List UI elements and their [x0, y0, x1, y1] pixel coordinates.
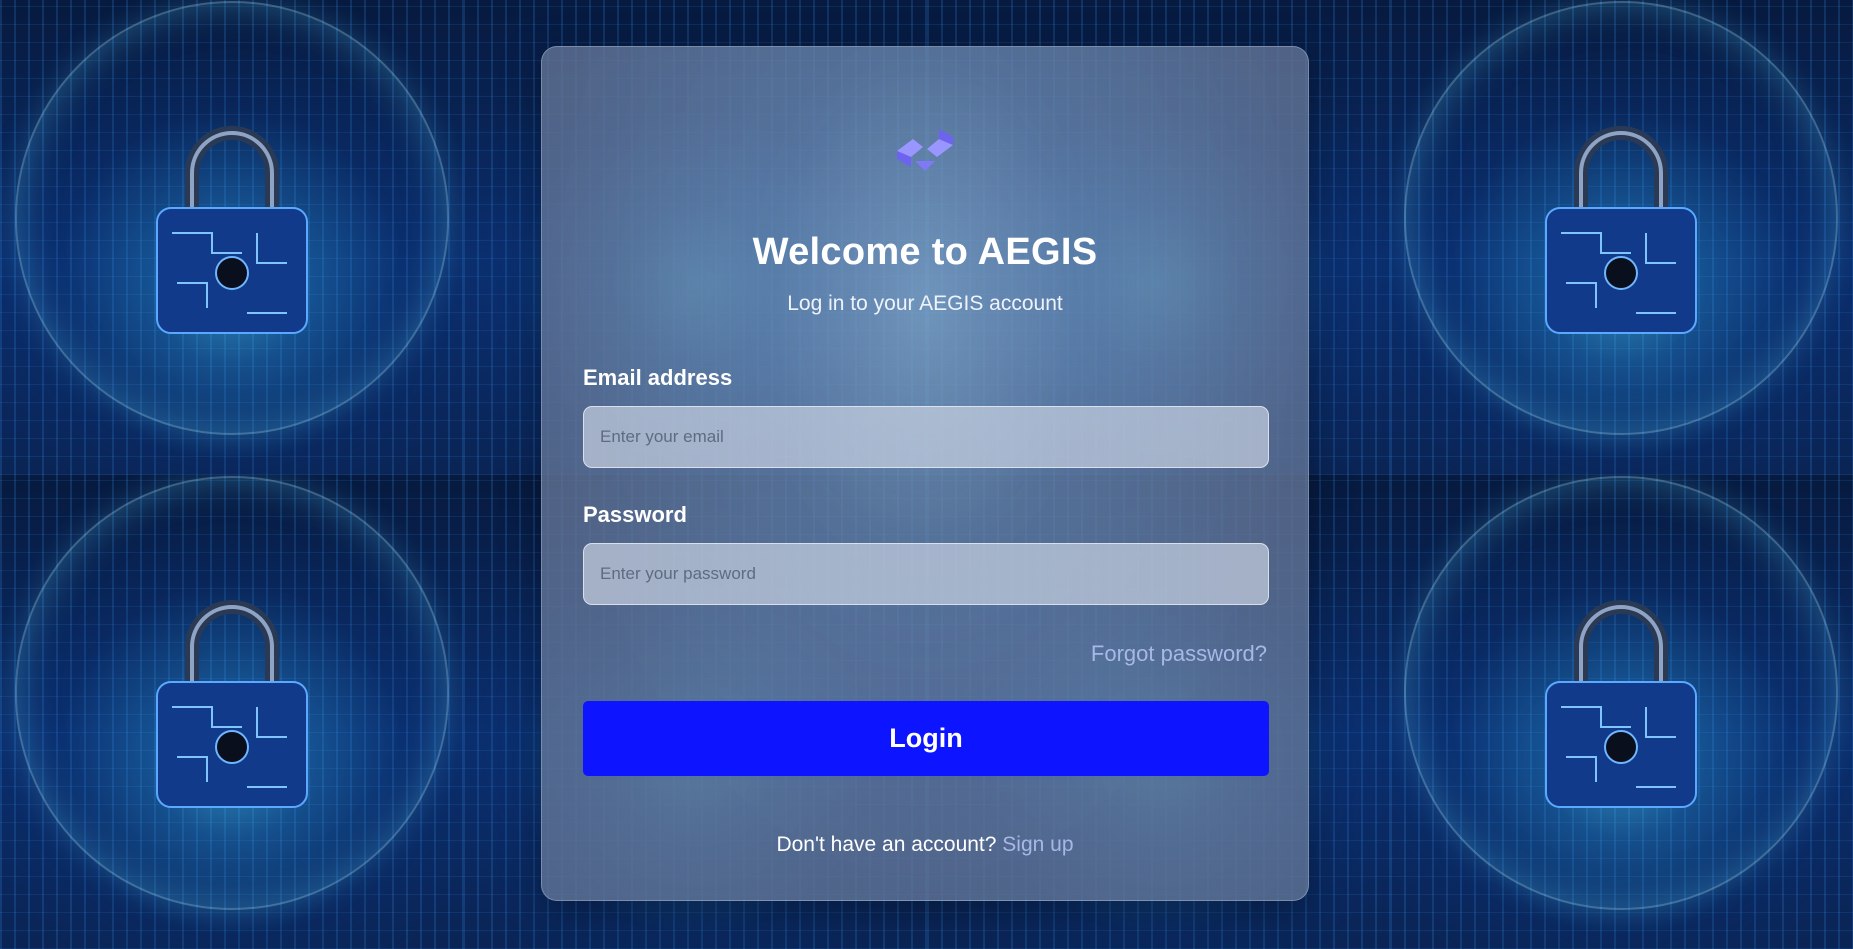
- background-tile: [1389, 474, 1853, 949]
- background-tile: [1389, 0, 1853, 475]
- padlock-icon: [155, 125, 308, 334]
- padlock-icon: [1545, 125, 1698, 334]
- email-field[interactable]: [583, 406, 1269, 468]
- email-label: Email address: [583, 365, 733, 390]
- forgot-password-link[interactable]: Forgot password?: [1091, 641, 1267, 667]
- login-button[interactable]: Login: [583, 701, 1269, 776]
- padlock-icon: [155, 600, 308, 809]
- signup-row: Don't have an account? Sign up: [542, 833, 1308, 857]
- signup-prompt: Don't have an account?: [776, 833, 997, 856]
- signup-link[interactable]: Sign up: [1002, 833, 1073, 856]
- background-tile: [0, 0, 464, 475]
- padlock-icon: [1545, 600, 1698, 809]
- login-card: Welcome to AEGIS Log in to your AEGIS ac…: [541, 46, 1309, 901]
- page-title: Welcome to AEGIS: [752, 231, 1098, 273]
- background-tile: [0, 474, 464, 949]
- page-subtitle: Log in to your AEGIS account: [787, 292, 1063, 315]
- password-field[interactable]: [583, 543, 1269, 605]
- aegis-logo-icon: [897, 129, 953, 171]
- password-label: Password: [583, 502, 687, 527]
